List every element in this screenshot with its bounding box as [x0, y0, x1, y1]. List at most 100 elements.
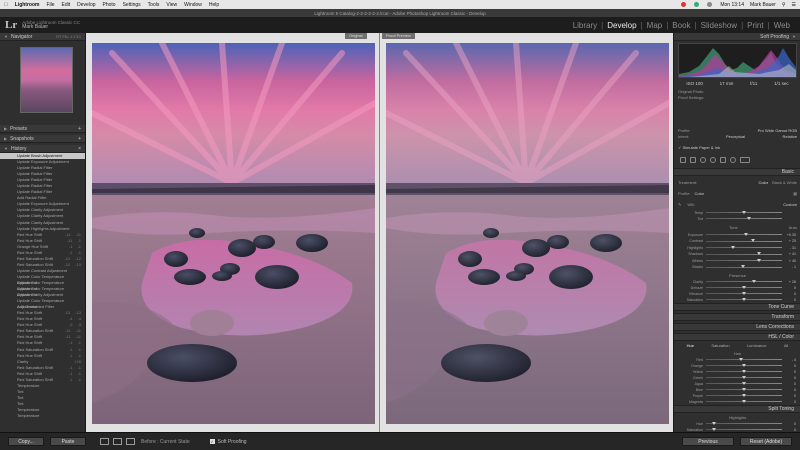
- graduated-filter-icon[interactable]: [720, 157, 726, 163]
- soft-proofing-header[interactable]: Soft Proofing ▼: [674, 33, 800, 41]
- copy-button[interactable]: Copy...: [8, 437, 44, 446]
- slider-track[interactable]: [706, 393, 782, 397]
- history-item[interactable]: Temperature: [0, 413, 85, 419]
- slider-track[interactable]: [706, 216, 782, 220]
- slider-knob[interactable]: [742, 375, 746, 379]
- slider-shadows[interactable]: Shadows + 41: [680, 252, 796, 257]
- slider-knob[interactable]: [738, 357, 743, 361]
- slider-value[interactable]: 0: [782, 286, 796, 290]
- lens-corrections-header[interactable]: Lens Corrections: [674, 323, 800, 331]
- slider-yellow[interactable]: Yellow 0: [680, 369, 796, 374]
- basic-section-header[interactable]: Basic: [674, 168, 800, 176]
- menu-file[interactable]: File: [46, 2, 54, 8]
- wifi-icon[interactable]: [707, 2, 713, 7]
- slider-track[interactable]: [706, 421, 782, 425]
- slider-track[interactable]: [706, 363, 782, 367]
- simulate-paper-checkbox[interactable]: ✓ Simulate Paper & Ink: [678, 145, 720, 150]
- slider-track[interactable]: [706, 375, 782, 379]
- slider-knob[interactable]: [742, 399, 746, 403]
- tone-auto-button[interactable]: Auto: [789, 225, 797, 230]
- slider-knob[interactable]: [742, 291, 746, 295]
- slider-value[interactable]: - 4: [782, 358, 796, 362]
- slider-hue[interactable]: Hue 0: [680, 421, 796, 426]
- slider-value[interactable]: 0: [782, 370, 796, 374]
- slider-temp[interactable]: Temp: [680, 210, 796, 215]
- slider-knob[interactable]: [730, 245, 735, 249]
- slider-value[interactable]: 0: [782, 292, 796, 296]
- slider-knob[interactable]: [751, 239, 756, 242]
- grid-icon[interactable]: ▦: [793, 191, 797, 196]
- spot-removal-icon[interactable]: [700, 157, 706, 163]
- histogram-tool-icon[interactable]: [680, 157, 686, 163]
- soft-proofing-checkbox[interactable]: ✓ Soft Proofing: [209, 439, 247, 445]
- snapshots-header[interactable]: ▶ Snapshots +: [0, 135, 85, 143]
- user-name[interactable]: Mark Bauer: [750, 2, 776, 8]
- slider-track[interactable]: [706, 210, 782, 214]
- slider-tint[interactable]: Tint: [680, 216, 796, 221]
- slider-saturation[interactable]: Saturation 0: [680, 297, 796, 302]
- previous-button[interactable]: Previous: [682, 437, 734, 446]
- paste-button[interactable]: Paste: [50, 437, 86, 446]
- hsl-tab-luminance[interactable]: Luminance: [747, 343, 767, 348]
- slider-track[interactable]: [706, 258, 782, 262]
- slider-track[interactable]: [706, 279, 782, 283]
- menu-app[interactable]: Lightroom: [15, 2, 40, 8]
- slider-track[interactable]: [706, 265, 782, 268]
- slider-value[interactable]: 0: [782, 298, 796, 302]
- add-icon[interactable]: +: [78, 136, 81, 142]
- slider-track[interactable]: [706, 239, 782, 242]
- intent-perceptual[interactable]: Perceptual: [726, 134, 745, 139]
- slider-contrast[interactable]: Contrast + 25: [680, 239, 796, 244]
- slider-value[interactable]: 0: [782, 382, 796, 386]
- slider-track[interactable]: [706, 357, 782, 361]
- slider-track[interactable]: [706, 245, 782, 249]
- slider-value[interactable]: +0.30: [782, 233, 796, 237]
- slider-whites[interactable]: Whites + 40: [680, 258, 796, 263]
- slider-value[interactable]: 0: [782, 422, 796, 426]
- clock[interactable]: Mon 13:14: [720, 2, 744, 8]
- history-header[interactable]: ▼ History ×: [0, 145, 85, 153]
- slider-knob[interactable]: [742, 381, 746, 385]
- close-icon[interactable]: ×: [78, 146, 81, 152]
- slider-track[interactable]: [706, 369, 782, 373]
- slider-track[interactable]: [706, 297, 782, 301]
- slider-magenta[interactable]: Magenta 0: [680, 399, 796, 404]
- slider-track[interactable]: [706, 381, 782, 385]
- menu-view[interactable]: View: [166, 2, 177, 8]
- slider-knob[interactable]: [742, 297, 746, 301]
- module-map[interactable]: Map: [643, 21, 667, 30]
- slider-knob[interactable]: [742, 393, 746, 397]
- search-icon[interactable]: ⚲: [782, 2, 786, 8]
- slider-value[interactable]: 0: [782, 400, 796, 404]
- histogram[interactable]: [678, 43, 797, 78]
- tone-curve-header[interactable]: Tone Curve: [674, 303, 800, 311]
- treatment-bw[interactable]: Black & White: [772, 180, 797, 185]
- slider-clarity[interactable]: Clarity + 26: [680, 279, 796, 284]
- menu-help[interactable]: Help: [209, 2, 219, 8]
- transform-header[interactable]: Transform: [674, 313, 800, 321]
- navigator-zoom[interactable]: FIT FILL 1:1 3:1: [56, 35, 81, 39]
- radial-filter-icon[interactable]: [730, 157, 736, 163]
- menu-settings[interactable]: Settings: [123, 2, 141, 8]
- slider-track[interactable]: [706, 427, 782, 431]
- slider-track[interactable]: [706, 291, 782, 295]
- slider-knob[interactable]: [742, 210, 746, 214]
- slider-value[interactable]: + 41: [782, 252, 796, 256]
- loupe-view-icon[interactable]: [100, 438, 109, 445]
- brush-tool-icon[interactable]: [740, 157, 750, 163]
- hsl-header[interactable]: HSL / Color: [674, 333, 800, 341]
- slider-track[interactable]: [706, 387, 782, 391]
- reset-button[interactable]: Reset (Adobe): [740, 437, 792, 446]
- slider-knob[interactable]: [757, 258, 762, 262]
- slider-knob[interactable]: [742, 387, 746, 391]
- menu-photo[interactable]: Photo: [103, 2, 116, 8]
- hsl-tab-saturation[interactable]: Saturation: [711, 343, 729, 348]
- status-icon[interactable]: [681, 2, 687, 7]
- slider-value[interactable]: 0: [782, 388, 796, 392]
- before-photo[interactable]: [92, 43, 375, 424]
- menu-develop[interactable]: Develop: [77, 2, 95, 8]
- slider-green[interactable]: Green 0: [680, 375, 796, 380]
- slider-value[interactable]: + 25: [782, 239, 796, 243]
- slider-knob[interactable]: [744, 232, 749, 236]
- module-book[interactable]: Book: [668, 21, 694, 30]
